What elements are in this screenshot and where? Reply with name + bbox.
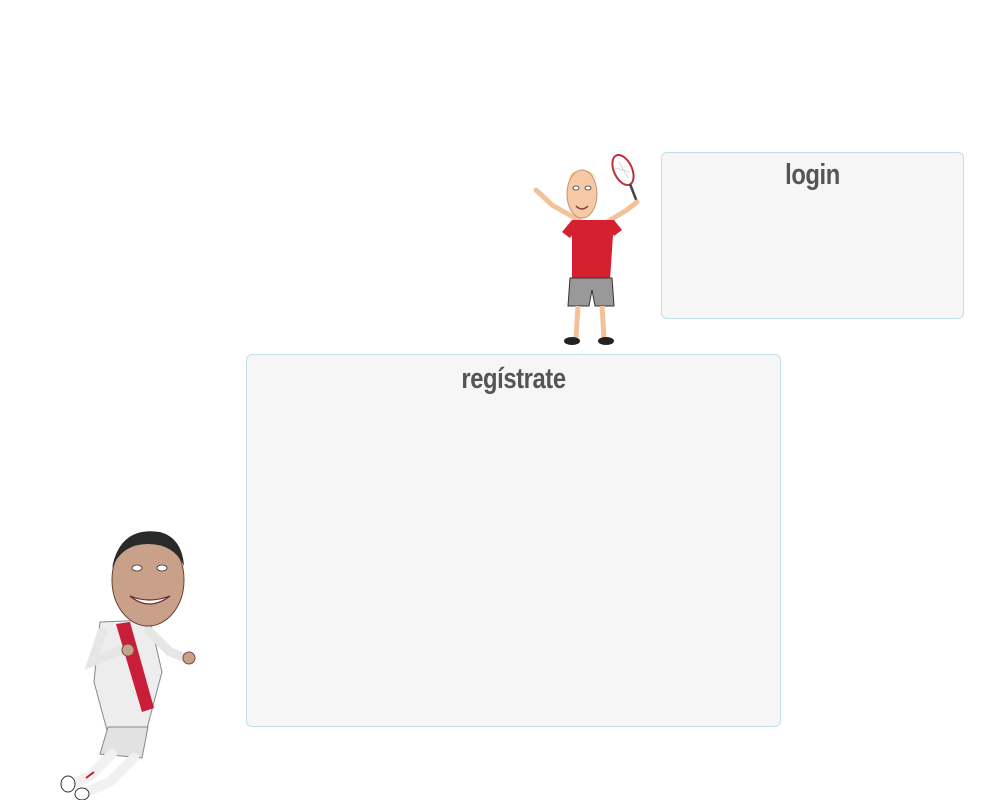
page: login regístrate bbox=[0, 0, 1000, 800]
login-panel: login bbox=[661, 152, 964, 319]
login-title: login bbox=[785, 159, 840, 191]
tennis-player-illustration bbox=[533, 154, 640, 345]
register-title: regístrate bbox=[461, 363, 566, 395]
register-panel: regístrate bbox=[246, 354, 781, 727]
soccer-player-illustration bbox=[60, 531, 196, 800]
tennis-racket-icon bbox=[611, 154, 639, 203]
